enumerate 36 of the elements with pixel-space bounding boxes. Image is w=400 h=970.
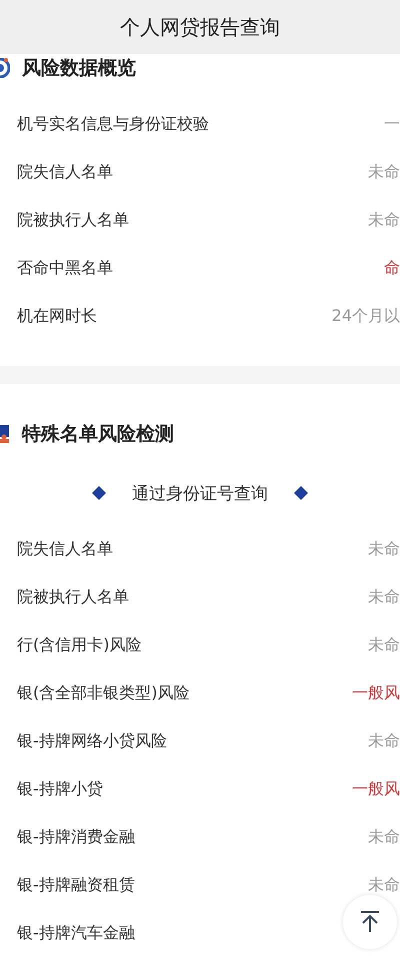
item-value: 命 — [384, 258, 400, 278]
section-title: 风险数据概览 — [22, 56, 136, 81]
arrow-up-icon — [360, 911, 380, 933]
item-label: 否命中黑名单 — [17, 258, 113, 278]
item-label: 机在网时长 — [17, 306, 97, 326]
item-value: 未命 — [368, 538, 400, 560]
page-title: 个人网贷报告查询 — [120, 14, 280, 40]
query-subtitle: 通过身份证号查询 — [132, 482, 268, 504]
diamond-icon — [92, 486, 106, 500]
diamond-icon — [294, 486, 308, 500]
item-value: 未命 — [368, 634, 400, 656]
item-label: 银-持牌小贷 — [17, 778, 103, 800]
item-value: 未命 — [368, 162, 400, 182]
item-value: 24个月以 — [332, 306, 400, 326]
item-value: 未命 — [368, 826, 400, 848]
item-label: 银-持牌网络小贷风险 — [17, 730, 167, 752]
item-label: 院被执行人名单 — [17, 586, 129, 608]
item-label: 银-持牌消费金融 — [17, 826, 135, 848]
item-label: 银-持牌汽车金融 — [17, 922, 135, 944]
item-value: 未命 — [368, 730, 400, 752]
item-value: 一般风 — [352, 682, 400, 704]
item-value: 一 — [384, 114, 400, 134]
item-label: 机号实名信息与身份证校验 — [17, 114, 209, 134]
section-title: 特殊名单风险检测 — [22, 422, 174, 447]
item-value: 未命 — [368, 210, 400, 230]
item-value: 未命 — [368, 586, 400, 608]
item-value: 未命 — [368, 874, 400, 896]
item-value: 一般风 — [352, 778, 400, 800]
item-label: 银(含全部非银类型)风险 — [17, 682, 190, 704]
item-label: 院失信人名单 — [17, 538, 113, 560]
item-label: 银-持牌融资租赁 — [17, 874, 135, 896]
item-label: 院被执行人名单 — [17, 210, 129, 230]
target-icon — [0, 58, 10, 78]
item-label: 行(含信用卡)风险 — [17, 634, 142, 656]
item-label: 院失信人名单 — [17, 162, 113, 182]
badge-icon — [0, 424, 10, 444]
